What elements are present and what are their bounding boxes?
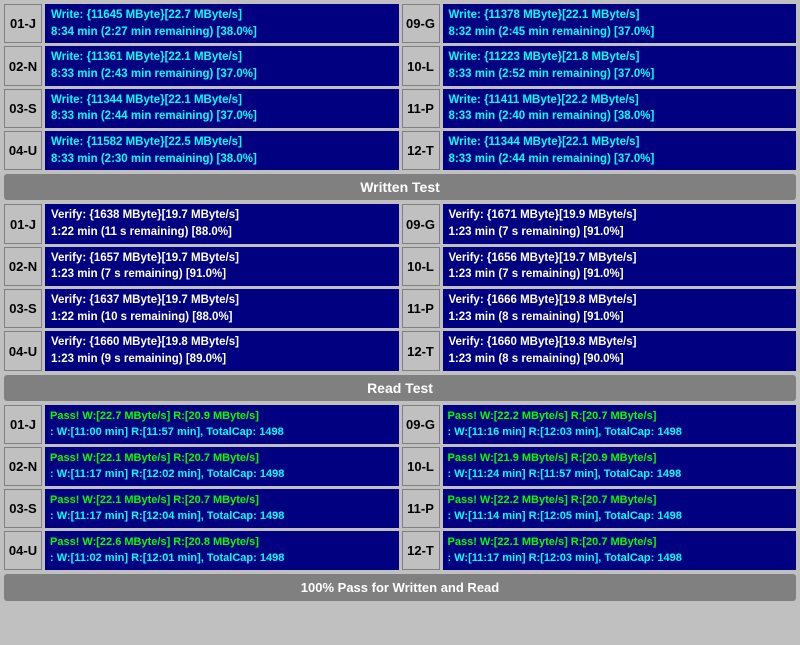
row-label-left: 03-S <box>4 489 42 528</box>
read-row: 02-NPass! W:[22.1 MByte/s] R:[20.7 MByte… <box>4 447 796 486</box>
row-label-left: 04-U <box>4 131 42 170</box>
row-label-right: 11-P <box>402 489 440 528</box>
pass-cell-left: Pass! W:[22.1 MByte/s] R:[20.7 MByte/s]:… <box>45 489 399 528</box>
pass-cell-left: Pass! W:[22.1 MByte/s] R:[20.7 MByte/s]:… <box>45 447 399 486</box>
verify-cell-left: Verify: {1637 MByte}[19.7 MByte/s]1:22 m… <box>45 289 399 328</box>
write-rows: 01-JWrite: {11645 MByte}[22.7 MByte/s]8:… <box>4 4 796 170</box>
row-label-left: 02-N <box>4 247 42 286</box>
row-label-right: 11-P <box>402 289 440 328</box>
verify-section: 01-JVerify: {1638 MByte}[19.7 MByte/s]1:… <box>4 204 796 370</box>
verify-rows: 01-JVerify: {1638 MByte}[19.7 MByte/s]1:… <box>4 204 796 370</box>
row-label-right: 09-G <box>402 204 440 243</box>
pass-cell-left: Pass! W:[22.7 MByte/s] R:[20.9 MByte/s]:… <box>45 405 399 444</box>
row-label-left: 01-J <box>4 4 42 43</box>
final-status: 100% Pass for Written and Read <box>4 574 796 601</box>
row-label-left: 01-J <box>4 405 42 444</box>
pass-cell-right: Pass! W:[22.2 MByte/s] R:[20.7 MByte/s]:… <box>443 489 797 528</box>
row-label-left: 04-U <box>4 531 42 570</box>
write-cell-left: Write: {11582 MByte}[22.5 MByte/s]8:33 m… <box>45 131 399 170</box>
write-row: 01-JWrite: {11645 MByte}[22.7 MByte/s]8:… <box>4 4 796 43</box>
written-test-divider: Written Test <box>4 174 796 200</box>
verify-row: 01-JVerify: {1638 MByte}[19.7 MByte/s]1:… <box>4 204 796 243</box>
write-cell-right: Write: {11411 MByte}[22.2 MByte/s]8:33 m… <box>443 89 797 128</box>
verify-row: 03-SVerify: {1637 MByte}[19.7 MByte/s]1:… <box>4 289 796 328</box>
row-label-right: 12-T <box>402 331 440 370</box>
verify-cell-right: Verify: {1660 MByte}[19.8 MByte/s]1:23 m… <box>443 331 797 370</box>
write-cell-right: Write: {11344 MByte}[22.1 MByte/s]8:33 m… <box>443 131 797 170</box>
row-label-right: 10-L <box>402 46 440 85</box>
write-row: 03-SWrite: {11344 MByte}[22.1 MByte/s]8:… <box>4 89 796 128</box>
write-row: 02-NWrite: {11361 MByte}[22.1 MByte/s]8:… <box>4 46 796 85</box>
write-cell-left: Write: {11344 MByte}[22.1 MByte/s]8:33 m… <box>45 89 399 128</box>
read-row: 01-JPass! W:[22.7 MByte/s] R:[20.9 MByte… <box>4 405 796 444</box>
read-test-divider: Read Test <box>4 375 796 401</box>
verify-cell-left: Verify: {1638 MByte}[19.7 MByte/s]1:22 m… <box>45 204 399 243</box>
row-label-left: 03-S <box>4 89 42 128</box>
write-cell-right: Write: {11378 MByte}[22.1 MByte/s]8:32 m… <box>443 4 797 43</box>
row-label-left: 01-J <box>4 204 42 243</box>
row-label-left: 02-N <box>4 46 42 85</box>
verify-cell-right: Verify: {1656 MByte}[19.7 MByte/s]1:23 m… <box>443 247 797 286</box>
write-cell-right: Write: {11223 MByte}[21.8 MByte/s]8:33 m… <box>443 46 797 85</box>
row-label-right: 12-T <box>402 531 440 570</box>
row-label-right: 11-P <box>402 89 440 128</box>
verify-cell-right: Verify: {1671 MByte}[19.9 MByte/s]1:23 m… <box>443 204 797 243</box>
pass-cell-left: Pass! W:[22.6 MByte/s] R:[20.8 MByte/s]:… <box>45 531 399 570</box>
row-label-right: 09-G <box>402 4 440 43</box>
verify-cell-right: Verify: {1666 MByte}[19.8 MByte/s]1:23 m… <box>443 289 797 328</box>
write-row: 04-UWrite: {11582 MByte}[22.5 MByte/s]8:… <box>4 131 796 170</box>
row-label-left: 02-N <box>4 447 42 486</box>
verify-row: 02-NVerify: {1657 MByte}[19.7 MByte/s]1:… <box>4 247 796 286</box>
row-label-right: 10-L <box>402 247 440 286</box>
read-row: 04-UPass! W:[22.6 MByte/s] R:[20.8 MByte… <box>4 531 796 570</box>
row-label-left: 04-U <box>4 331 42 370</box>
row-label-right: 12-T <box>402 131 440 170</box>
write-cell-left: Write: {11645 MByte}[22.7 MByte/s]8:34 m… <box>45 4 399 43</box>
read-section: 01-JPass! W:[22.7 MByte/s] R:[20.9 MByte… <box>4 405 796 570</box>
row-label-right: 10-L <box>402 447 440 486</box>
verify-cell-left: Verify: {1657 MByte}[19.7 MByte/s]1:23 m… <box>45 247 399 286</box>
write-cell-left: Write: {11361 MByte}[22.1 MByte/s]8:33 m… <box>45 46 399 85</box>
pass-cell-right: Pass! W:[21.9 MByte/s] R:[20.9 MByte/s]:… <box>443 447 797 486</box>
row-label-left: 03-S <box>4 289 42 328</box>
read-rows: 01-JPass! W:[22.7 MByte/s] R:[20.9 MByte… <box>4 405 796 570</box>
verify-cell-left: Verify: {1660 MByte}[19.8 MByte/s]1:23 m… <box>45 331 399 370</box>
verify-row: 04-UVerify: {1660 MByte}[19.8 MByte/s]1:… <box>4 331 796 370</box>
write-section: 01-JWrite: {11645 MByte}[22.7 MByte/s]8:… <box>4 4 796 170</box>
read-row: 03-SPass! W:[22.1 MByte/s] R:[20.7 MByte… <box>4 489 796 528</box>
pass-cell-right: Pass! W:[22.2 MByte/s] R:[20.7 MByte/s]:… <box>443 405 797 444</box>
row-label-right: 09-G <box>402 405 440 444</box>
pass-cell-right: Pass! W:[22.1 MByte/s] R:[20.7 MByte/s]:… <box>443 531 797 570</box>
main-container: 01-JWrite: {11645 MByte}[22.7 MByte/s]8:… <box>0 0 800 605</box>
